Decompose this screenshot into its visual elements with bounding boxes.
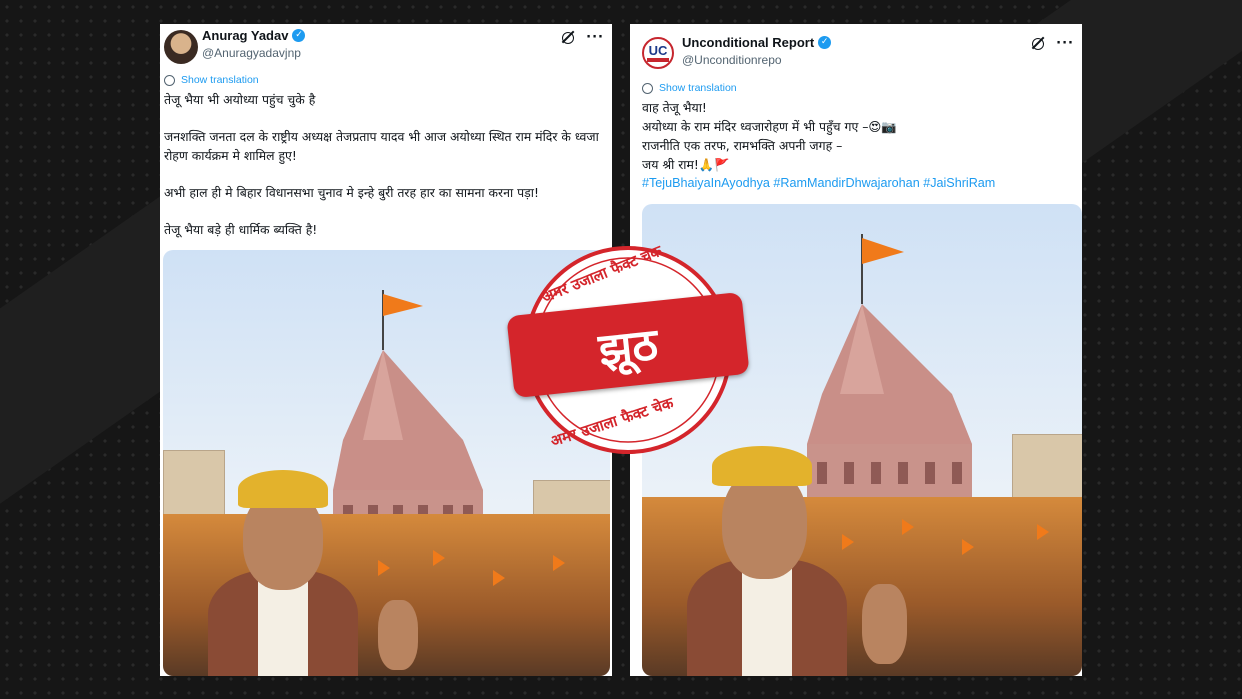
avatar[interactable]: UC — [642, 37, 674, 69]
post-actions: ··· — [562, 30, 604, 45]
post-line: जय श्री राम!🙏🚩 — [642, 157, 730, 172]
grok-icon[interactable] — [562, 31, 575, 44]
saffron-flag — [962, 539, 974, 555]
show-translation-link[interactable]: Show translation — [642, 82, 737, 94]
author-name[interactable]: Anurag Yadav — [202, 28, 288, 43]
author-row: Unconditional Report ✓ — [682, 35, 832, 50]
avatar[interactable] — [164, 30, 198, 64]
post-text: वाह तेजू भैया! अयोध्या के राम मंदिर ध्वज… — [642, 98, 1078, 193]
show-translation-label: Show translation — [181, 74, 259, 86]
post-line: तेजू भैया बड़े ही धार्मिक ब्यक्ति है! — [164, 222, 318, 237]
person-selfie — [203, 450, 433, 676]
globe-icon — [642, 82, 653, 94]
post-line: अयोध्या के राम मंदिर ध्वजारोहण में भी पह… — [642, 119, 897, 134]
saffron-flag — [493, 570, 505, 586]
avatar-logo-text: UC — [648, 43, 668, 58]
saffron-flag — [1037, 524, 1049, 540]
show-translation-label: Show translation — [659, 82, 737, 94]
post-line: तेजू भैया भी अयोध्या पहुंच चुके है — [164, 92, 316, 107]
verified-badge-icon: ✓ — [292, 29, 306, 42]
author-handle[interactable]: @Anuragyadavjnp — [202, 46, 301, 60]
post-line: राजनीति एक तरफ, रामभक्ति अपनी जगह – — [642, 138, 843, 153]
show-translation-link[interactable]: Show translation — [164, 74, 259, 86]
post-text: तेजू भैया भी अयोध्या पहुंच चुके है जनशक्… — [164, 90, 610, 239]
post-hashtags[interactable]: #TejuBhaiyaInAyodhya #RamMandirDhwajaroh… — [642, 174, 1078, 193]
globe-icon — [164, 74, 175, 86]
grok-icon[interactable] — [1032, 37, 1045, 50]
person-selfie — [682, 424, 922, 676]
more-options-icon[interactable]: ··· — [1056, 36, 1074, 51]
author-row: Anurag Yadav ✓ — [202, 28, 306, 43]
post-line: वाह तेजू भैया! — [642, 100, 707, 115]
post-line: अभी हाल ही मे बिहार विधानसभा चुनाव मे इन… — [164, 185, 539, 200]
stamp-verdict: झूठ — [596, 319, 661, 376]
saffron-flag — [433, 550, 445, 566]
post-line: जनशक्ति जनता दल के राष्ट्रीय अध्यक्ष तेज… — [164, 129, 599, 163]
author-name[interactable]: Unconditional Report — [682, 35, 814, 50]
more-options-icon[interactable]: ··· — [586, 30, 604, 45]
author-handle[interactable]: @Unconditionrepo — [682, 53, 782, 67]
saffron-flag — [553, 555, 565, 571]
fact-check-stamp: अमर उजाला फैक्ट चेक झूठ अमर उजाला फैक्ट … — [506, 240, 750, 460]
verified-badge-icon: ✓ — [818, 36, 832, 49]
post-actions: ··· — [1032, 36, 1074, 51]
